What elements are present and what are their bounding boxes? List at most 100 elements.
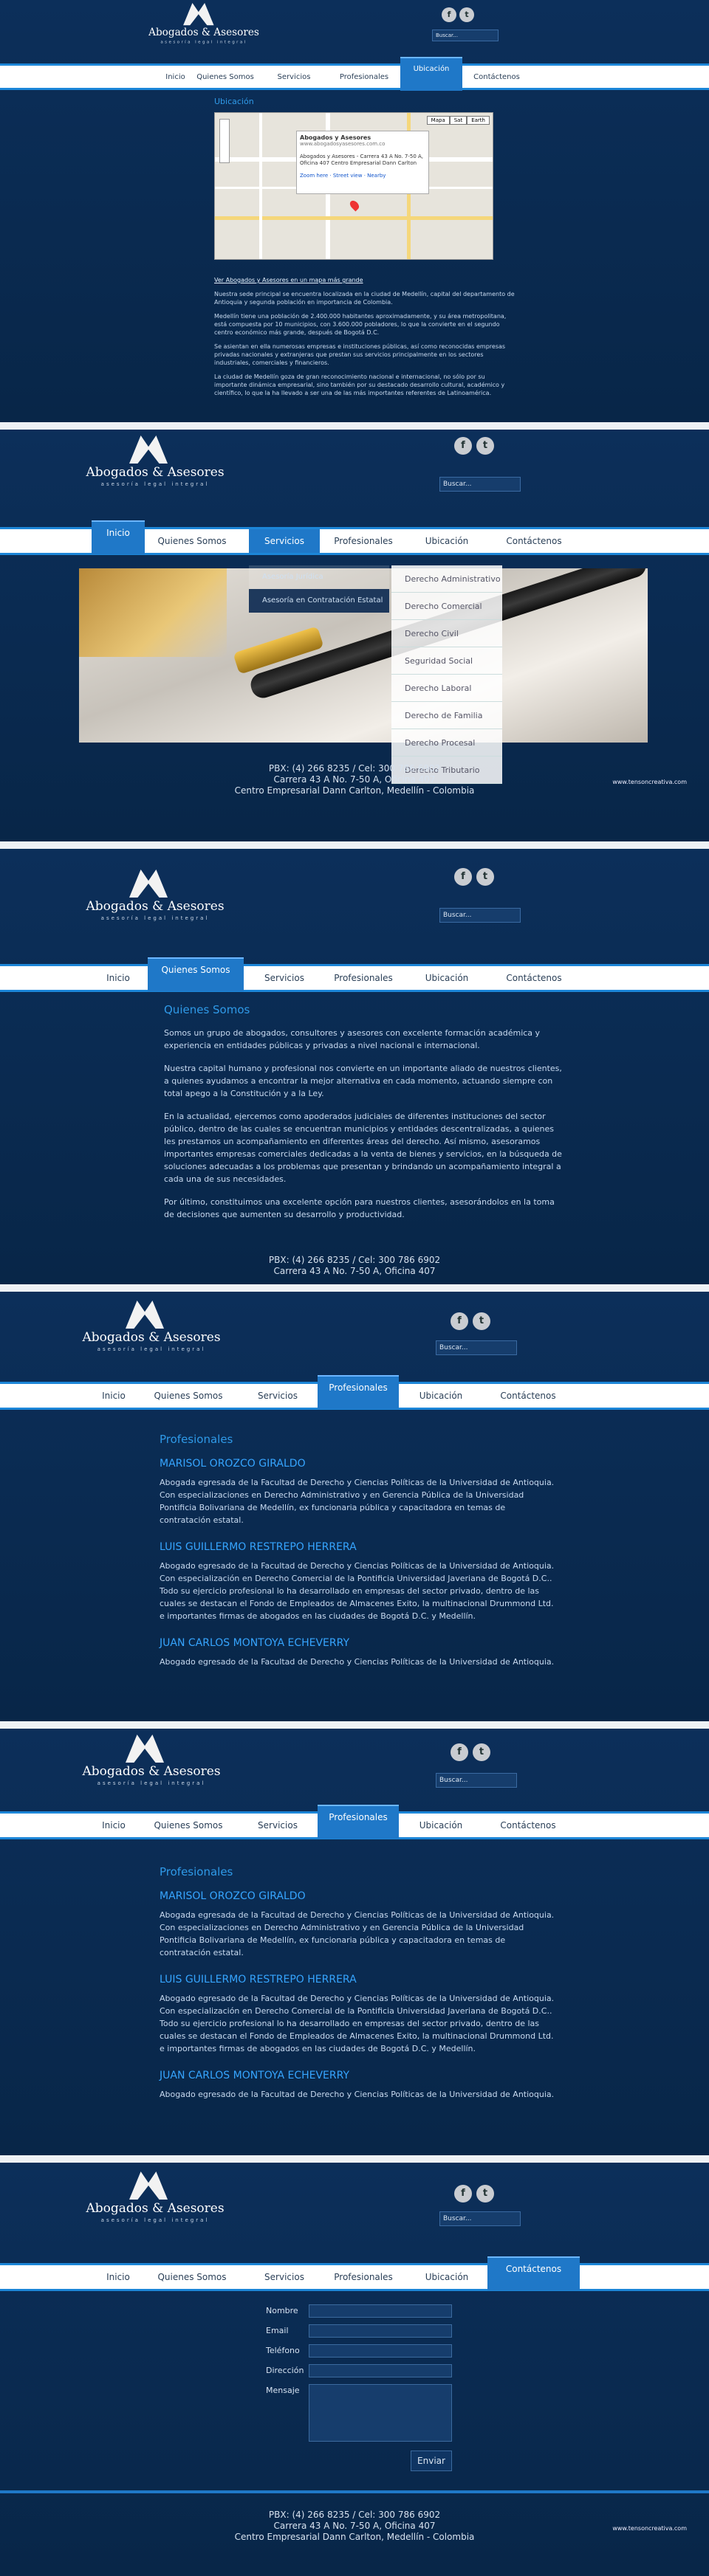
facebook-icon[interactable]: f xyxy=(442,7,456,22)
nav-inicio[interactable]: Inicio xyxy=(87,1814,140,1837)
nav-contactenos[interactable]: Contáctenos xyxy=(495,529,573,553)
paragraph: Por último, constituimos una excelente o… xyxy=(164,1197,555,1219)
twitter-icon[interactable]: t xyxy=(476,437,494,455)
nav-quienes[interactable]: Quienes Somos xyxy=(148,1384,229,1408)
dropdown-servicios: Asesoría Jurídica Asesoría en Contrataci… xyxy=(249,565,389,613)
nav-ubicacion[interactable]: Ubicación xyxy=(408,1384,474,1408)
menu-item-derecho[interactable]: Derecho Administrativo xyxy=(391,565,502,593)
map-info-window: Abogados y Asesores www.abogadosyasesore… xyxy=(296,131,429,194)
footer-address: Carrera 43 A No. 7-50 A, Oficina 407 xyxy=(273,1266,436,1276)
nav-inicio[interactable]: Inicio xyxy=(159,66,192,89)
nav-quienes[interactable]: Quienes Somos xyxy=(151,529,233,553)
nav-contactenos[interactable]: Contáctenos xyxy=(465,66,528,89)
nav-contactenos[interactable]: Contáctenos xyxy=(495,966,573,990)
menu-item-derecho[interactable]: Derecho de Familia xyxy=(391,702,502,729)
footer-address: Carrera 43 A No. 7-50 A, Oficina 407 xyxy=(273,774,436,785)
nav-profesionales[interactable]: Profesionales xyxy=(326,966,400,990)
logo-text: Abogados & Asesores xyxy=(148,27,259,38)
logo[interactable]: Abogados & Asesores asesoría legal integ… xyxy=(81,1301,222,1355)
direccion-input[interactable] xyxy=(309,2364,452,2377)
nav-inicio[interactable]: Inicio xyxy=(87,1384,140,1408)
map-info-links[interactable]: Zoom here · Street view · Nearby xyxy=(300,173,425,179)
menu-item-derecho[interactable]: Derecho Civil xyxy=(391,620,502,647)
nav-servicios[interactable]: Servicios xyxy=(264,66,323,89)
nav-servicios[interactable]: Servicios xyxy=(242,1814,313,1837)
map-larger-link[interactable]: Ver Abogados y Asesores en un mapa más g… xyxy=(214,276,516,284)
logo-tagline: asesoría legal integral xyxy=(97,1780,206,1786)
nav-servicios[interactable]: Servicios xyxy=(242,1384,313,1408)
section-contactenos: Abogados & Asesores asesoría legal integ… xyxy=(0,2163,709,2576)
email-input[interactable] xyxy=(309,2324,452,2338)
facebook-icon[interactable]: f xyxy=(454,868,472,886)
page: Abogados & Asesores asesoría legal integ… xyxy=(0,0,709,2576)
map-btn-earth[interactable]: Earth xyxy=(467,116,490,125)
menu-item-derecho[interactable]: Derecho Comercial xyxy=(391,593,502,620)
logo[interactable]: Abogados & Asesores asesoría legal integ… xyxy=(85,869,225,924)
professional-name: LUIS GUILLERMO RESTREPO HERRERA xyxy=(160,1974,357,1986)
nav-contactenos[interactable]: Contáctenos xyxy=(489,1814,567,1837)
google-map[interactable]: Abogados y Asesores www.abogadosyasesore… xyxy=(214,112,493,260)
nav-profesionales[interactable]: Profesionales xyxy=(318,1375,399,1409)
content: Quienes Somos Somos un grupo de abogados… xyxy=(164,1004,563,1221)
menu-item-derecho[interactable]: Seguridad Social xyxy=(391,647,502,675)
logo-tagline: asesoría legal integral xyxy=(160,39,247,44)
map-btn-map[interactable]: Mapa xyxy=(426,116,450,125)
logo-mark-icon xyxy=(129,435,168,464)
nav-quienes[interactable]: Quienes Somos xyxy=(148,1814,229,1837)
search-input[interactable]: Buscar... xyxy=(439,908,521,923)
professional-bio: Abogado egresado de la Facultad de Derec… xyxy=(160,2090,555,2099)
logo-text: Abogados & Asesores xyxy=(86,465,225,480)
search-input[interactable]: Buscar... xyxy=(436,1773,517,1788)
twitter-icon[interactable]: t xyxy=(459,7,474,22)
twitter-icon[interactable]: t xyxy=(476,868,494,886)
logo[interactable]: Abogados & Asesores asesoría legal integ… xyxy=(85,435,225,490)
nav-ubicacion[interactable]: Ubicación xyxy=(414,966,480,990)
logo[interactable]: Abogados & Asesores asesoría legal integ… xyxy=(81,1735,222,1789)
nav-servicios[interactable]: Servicios xyxy=(249,529,320,553)
search-input[interactable]: Buscar... xyxy=(432,30,499,41)
logo-mark-icon xyxy=(183,3,214,26)
menu-item-derecho[interactable]: Derecho Procesal xyxy=(391,729,502,757)
footer-credit[interactable]: www.tensoncreativa.com xyxy=(612,776,687,788)
nav-inicio[interactable]: Inicio xyxy=(92,520,145,554)
menu-item-asesoria-juridica[interactable]: Asesoría Jurídica xyxy=(249,565,389,589)
facebook-icon[interactable]: f xyxy=(451,1312,468,1330)
logo-text: Abogados & Asesores xyxy=(86,899,225,914)
twitter-icon[interactable]: t xyxy=(473,1743,490,1761)
nav-profesionales[interactable]: Profesionales xyxy=(318,1805,399,1839)
mensaje-textarea[interactable] xyxy=(309,2384,452,2442)
facebook-icon[interactable]: f xyxy=(451,1743,468,1761)
menu-item-contratacion-estatal[interactable]: Asesoría en Contratación Estatal xyxy=(249,589,389,613)
twitter-icon[interactable]: t xyxy=(473,1312,490,1330)
footer-credit[interactable]: www.tensoncreativa.com xyxy=(612,2523,687,2534)
nav-ubicacion[interactable]: Ubicación xyxy=(414,529,480,553)
search-input[interactable]: Buscar... xyxy=(436,1340,517,1355)
nav-contactenos[interactable]: Contáctenos xyxy=(489,1384,567,1408)
nav-profesionales[interactable]: Profesionales xyxy=(326,529,400,553)
nav-quienes[interactable]: Quienes Somos xyxy=(148,957,244,991)
menu-item-derecho[interactable]: Derecho Laboral xyxy=(391,675,502,702)
nav-inicio[interactable]: Inicio xyxy=(92,966,145,990)
nav-servicios[interactable]: Servicios xyxy=(249,966,320,990)
footer: PBX: (4) 266 8235 / Cel: 300 786 6902 Ca… xyxy=(0,1255,709,1277)
nav-ubicacion[interactable]: Ubicación xyxy=(408,1814,474,1837)
facebook-icon[interactable]: f xyxy=(454,437,472,455)
search-input[interactable]: Buscar... xyxy=(439,477,521,492)
nombre-input[interactable] xyxy=(309,2304,452,2318)
content: Profesionales MARISOL OROZCO GIRALDO Abo… xyxy=(160,1866,558,2101)
professional-bio: Abogada egresada de la Facultad de Derec… xyxy=(160,1910,555,1957)
map-zoom-control[interactable] xyxy=(219,119,230,163)
map-info-title: Abogados y Asesores xyxy=(300,134,371,141)
nav-ubicacion[interactable]: Ubicación xyxy=(400,57,462,91)
map-btn-sat[interactable]: Sat xyxy=(449,116,467,125)
label-email: Email xyxy=(266,2326,289,2335)
enviar-button[interactable]: Enviar xyxy=(411,2451,452,2471)
logo[interactable]: Abogados & Asesores asesoría legal integ… xyxy=(148,3,260,47)
paragraph: Se asientan en ella numerosas empresas e… xyxy=(214,343,506,366)
nav-profesionales[interactable]: Profesionales xyxy=(331,66,397,89)
telefono-input[interactable] xyxy=(309,2344,452,2358)
nav-quienes[interactable]: Quienes Somos xyxy=(192,66,258,89)
paragraph: Nuestra sede principal se encuentra loca… xyxy=(214,291,515,306)
section-ubicacion: Abogados & Asesores asesoría legal integ… xyxy=(0,0,709,422)
professional-name: MARISOL OROZCO GIRALDO xyxy=(160,1458,306,1470)
